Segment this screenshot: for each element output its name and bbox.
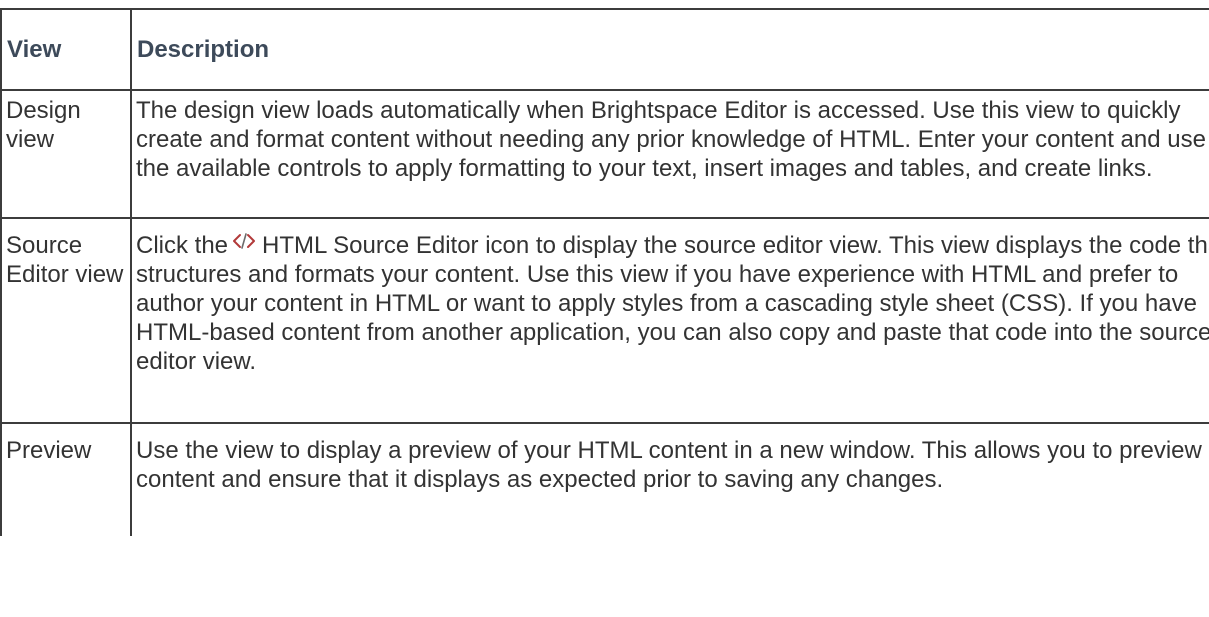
view-name-design: Design view <box>0 89 131 218</box>
table-row: Preview Use the view to display a previe… <box>0 422 1209 536</box>
view-name-preview: Preview <box>0 422 131 536</box>
header-view: View <box>0 8 131 90</box>
view-name-source-editor: Source Editor view <box>0 217 131 423</box>
description-text-after-icon: HTML Source Editor icon to display the s… <box>136 232 1209 375</box>
views-table: View Description Design view The design … <box>0 8 1209 536</box>
view-description-source-editor: Click the HTML Source Editor icon to disp… <box>130 217 1209 423</box>
html-source-editor-icon <box>232 231 256 251</box>
table-row: Source Editor view Click the HTML Source … <box>0 217 1209 423</box>
description-text-before-icon: Click the <box>136 232 229 259</box>
table-header-row: View Description <box>0 8 1209 90</box>
view-description-design: The design view loads automatically when… <box>130 89 1209 218</box>
view-description-preview: Use the view to display a preview of you… <box>130 422 1209 536</box>
table-row: Design view The design view loads automa… <box>0 89 1209 218</box>
header-description: Description <box>130 8 1209 90</box>
